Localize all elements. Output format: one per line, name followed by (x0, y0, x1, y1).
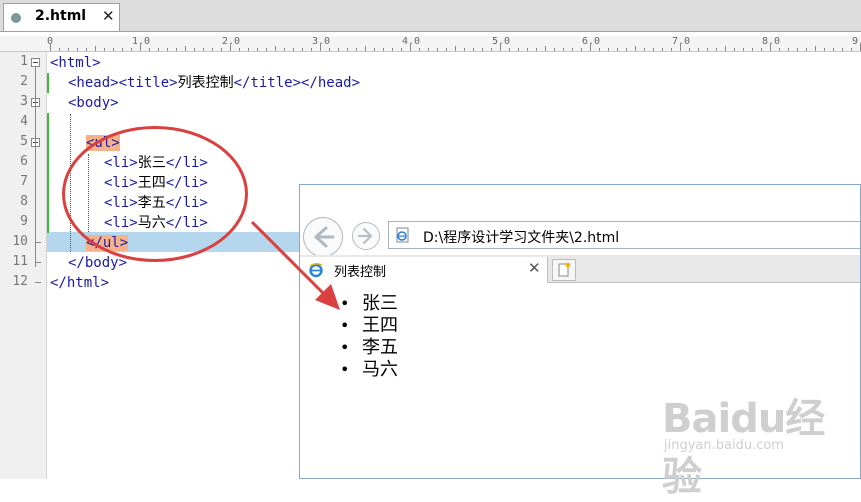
watermark: Baidu经验 jingyan.baidu.com (662, 382, 852, 500)
watermark-url: jingyan.baidu.com (664, 438, 784, 453)
